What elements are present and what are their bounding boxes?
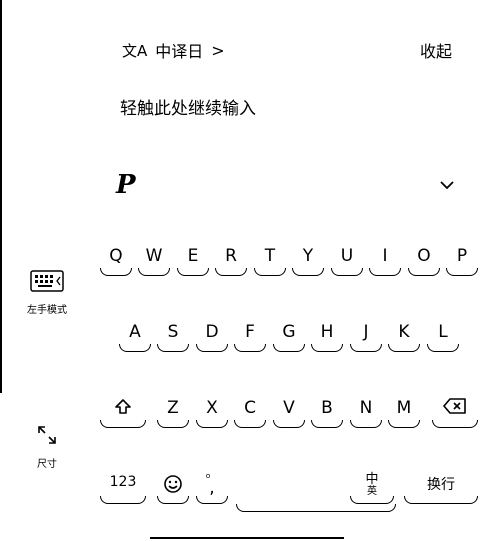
translate-button[interactable]: 文A 中译日 > [122, 38, 225, 62]
key-v[interactable]: V [273, 398, 305, 428]
key-x[interactable]: X [196, 398, 228, 428]
ime-logo-icon[interactable]: P [116, 170, 136, 200]
lang-primary: 中 [365, 471, 379, 487]
shift-arrow-icon [115, 399, 131, 414]
resize-arrows-icon [38, 426, 56, 444]
collapse-button[interactable]: 收起 [420, 38, 452, 62]
keyboard-icon [30, 270, 64, 292]
backspace-icon [443, 398, 466, 414]
key-u[interactable]: U [331, 246, 363, 276]
enter-key[interactable]: 换行 [404, 474, 478, 504]
translate-label: 中译日 [155, 42, 204, 61]
key-c[interactable]: C [234, 398, 266, 428]
punctuation-key[interactable]: 。 , [196, 458, 228, 504]
left-edge-divider [0, 0, 2, 393]
key-a[interactable]: A [119, 322, 151, 352]
key-j[interactable]: J [350, 322, 382, 352]
key-f[interactable]: F [234, 322, 266, 352]
key-e[interactable]: E [177, 246, 209, 276]
key-r[interactable]: R [215, 246, 247, 276]
key-b[interactable]: B [311, 398, 343, 428]
numbers-key[interactable]: 123 [100, 474, 146, 504]
key-d[interactable]: D [196, 322, 228, 352]
key-l[interactable]: L [427, 322, 459, 352]
key-p[interactable]: P [446, 246, 478, 276]
language-switch-key[interactable]: 中 英 [350, 467, 394, 504]
key-m[interactable]: M [388, 398, 420, 428]
key-k[interactable]: K [388, 322, 420, 352]
punct-comma: , [209, 478, 215, 498]
input-hint[interactable]: 轻触此处继续输入 [120, 94, 256, 119]
emoji-key[interactable] [157, 474, 189, 504]
one-hand-mode-button[interactable]: 左手模式 [12, 270, 82, 316]
key-y[interactable]: Y [292, 246, 324, 276]
backspace-key[interactable] [432, 398, 478, 428]
resize-label: 尺寸 [37, 459, 57, 470]
key-n[interactable]: N [350, 398, 382, 428]
shift-key[interactable] [100, 398, 146, 428]
key-t[interactable]: T [254, 246, 286, 276]
key-i[interactable]: I [369, 246, 401, 276]
home-indicator [150, 537, 344, 539]
key-o[interactable]: O [408, 246, 440, 276]
lang-secondary: 英 [367, 485, 377, 497]
resize-button[interactable]: 尺寸 [12, 424, 82, 470]
key-h[interactable]: H [311, 322, 343, 352]
key-w[interactable]: W [138, 246, 170, 276]
key-z[interactable]: Z [157, 398, 189, 428]
key-g[interactable]: G [273, 322, 305, 352]
key-s[interactable]: S [157, 322, 189, 352]
one-hand-mode-label: 左手模式 [27, 305, 67, 316]
translate-arrow: > [211, 40, 225, 60]
emoji-icon [164, 475, 182, 493]
translate-icon: 文A [122, 41, 148, 60]
key-q[interactable]: Q [100, 246, 132, 276]
chevron-down-icon[interactable] [438, 176, 456, 194]
